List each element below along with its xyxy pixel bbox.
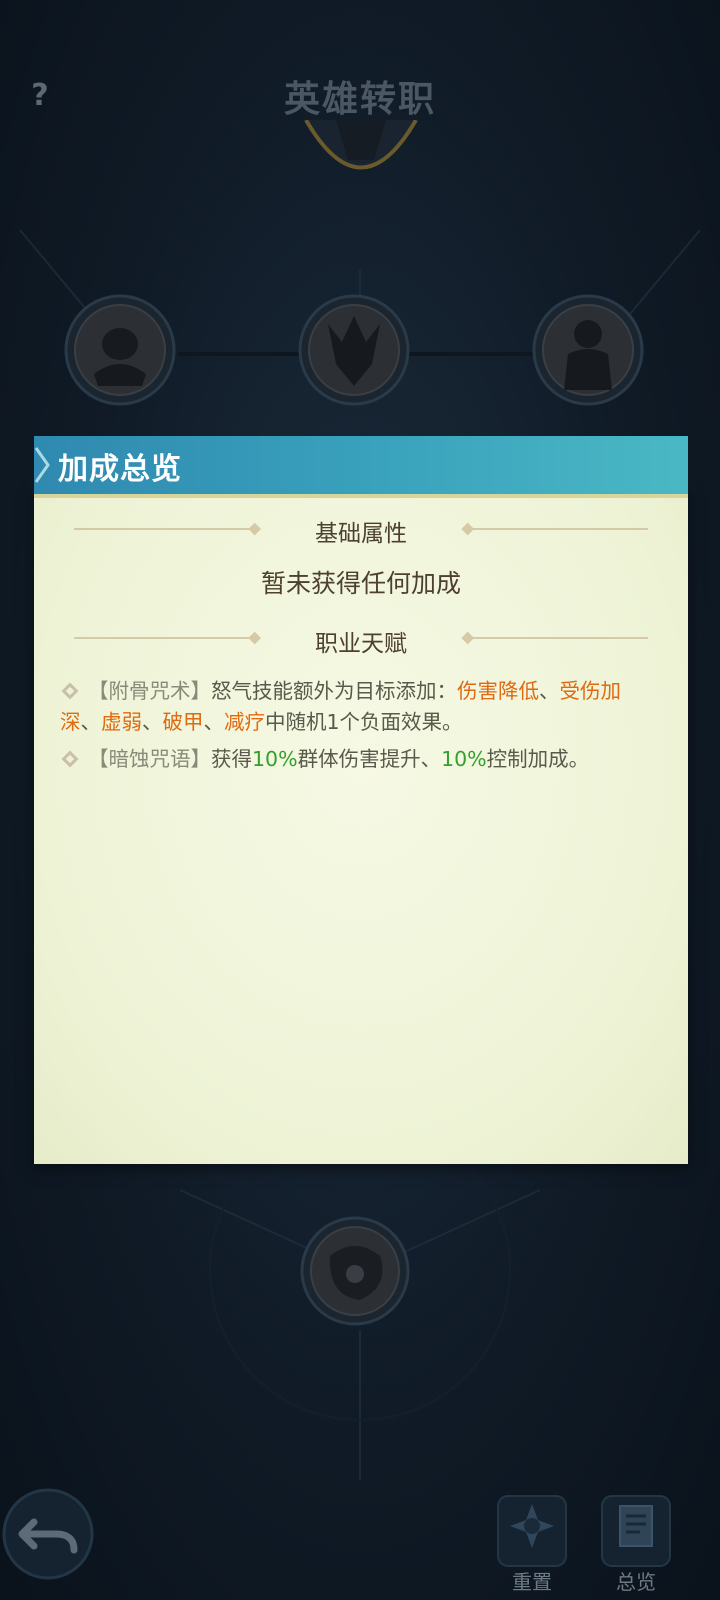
talent-item: 【暗蚀咒语】获得10%群体伤害提升、10%控制加成。: [60, 744, 660, 775]
diamond-bullet-icon: [61, 682, 79, 700]
talent-item: 【附骨咒术】怒气技能额外为目标添加：伤害降低、受伤加深、虚弱、破甲、减疗中随机1…: [60, 676, 660, 738]
debuff-label: 破甲: [162, 710, 204, 734]
back-icon[interactable]: [0, 1486, 96, 1582]
bracket-close: 】: [190, 679, 212, 703]
bonus-value: 10%: [441, 747, 487, 771]
overview-label: 总览: [616, 1570, 656, 1594]
talent-text: 中随机1个负面效果。: [265, 710, 463, 734]
class-node-warrior-icon[interactable]: [532, 294, 644, 406]
debuff-label: 减疗: [224, 710, 265, 734]
diamond-bullet-icon: [61, 750, 79, 768]
debuff-label: 虚弱: [101, 710, 142, 734]
talent-text: 获得: [211, 747, 252, 771]
base-attr-empty-text: 暂未获得任何加成: [260, 569, 461, 598]
separator: 、: [142, 710, 163, 734]
talent-title: 职业天赋: [315, 631, 407, 657]
bonus-overview-panel: 基础属性 暂未获得任何加成 职业天赋 【附骨咒术】怒气技能额外为目标添加：伤害降…: [34, 436, 688, 1166]
bracket-open: 【: [88, 679, 109, 703]
separator: 、: [539, 679, 560, 703]
reset-icon[interactable]: [494, 1488, 570, 1574]
panel-title: 加成总览: [58, 452, 182, 487]
talent-text: 控制加成。: [486, 747, 590, 771]
chevron-right-icon: [34, 447, 50, 483]
base-attr-title: 基础属性: [315, 521, 407, 547]
talent-name: 暗蚀咒语: [108, 747, 191, 771]
panel-header: 加成总览: [34, 436, 688, 498]
talent-name: 附骨咒术: [108, 679, 191, 703]
bracket-close: 】: [190, 747, 212, 771]
reset-label: 重置: [512, 1570, 552, 1594]
separator: 、: [203, 710, 225, 734]
class-node-monster-icon[interactable]: [64, 294, 176, 406]
overview-icon[interactable]: [598, 1488, 674, 1574]
bonus-value: 10%: [252, 747, 298, 771]
class-emblem-icon: [304, 120, 418, 170]
separator: 、: [80, 710, 102, 734]
class-node-shadow-icon[interactable]: [300, 1216, 410, 1326]
talent-text: 群体伤害提升、: [297, 747, 442, 771]
class-node-dragon-icon[interactable]: [298, 294, 410, 406]
debuff-label: 伤害降低: [457, 679, 539, 703]
panel-body: 基础属性 暂未获得任何加成 职业天赋 【附骨咒术】怒气技能额外为目标添加：伤害降…: [34, 490, 688, 1164]
bracket-open: 【: [88, 747, 109, 771]
page-title: 英雄转职: [283, 79, 436, 120]
talent-text: 怒气技能额外为目标添加：: [211, 679, 457, 703]
